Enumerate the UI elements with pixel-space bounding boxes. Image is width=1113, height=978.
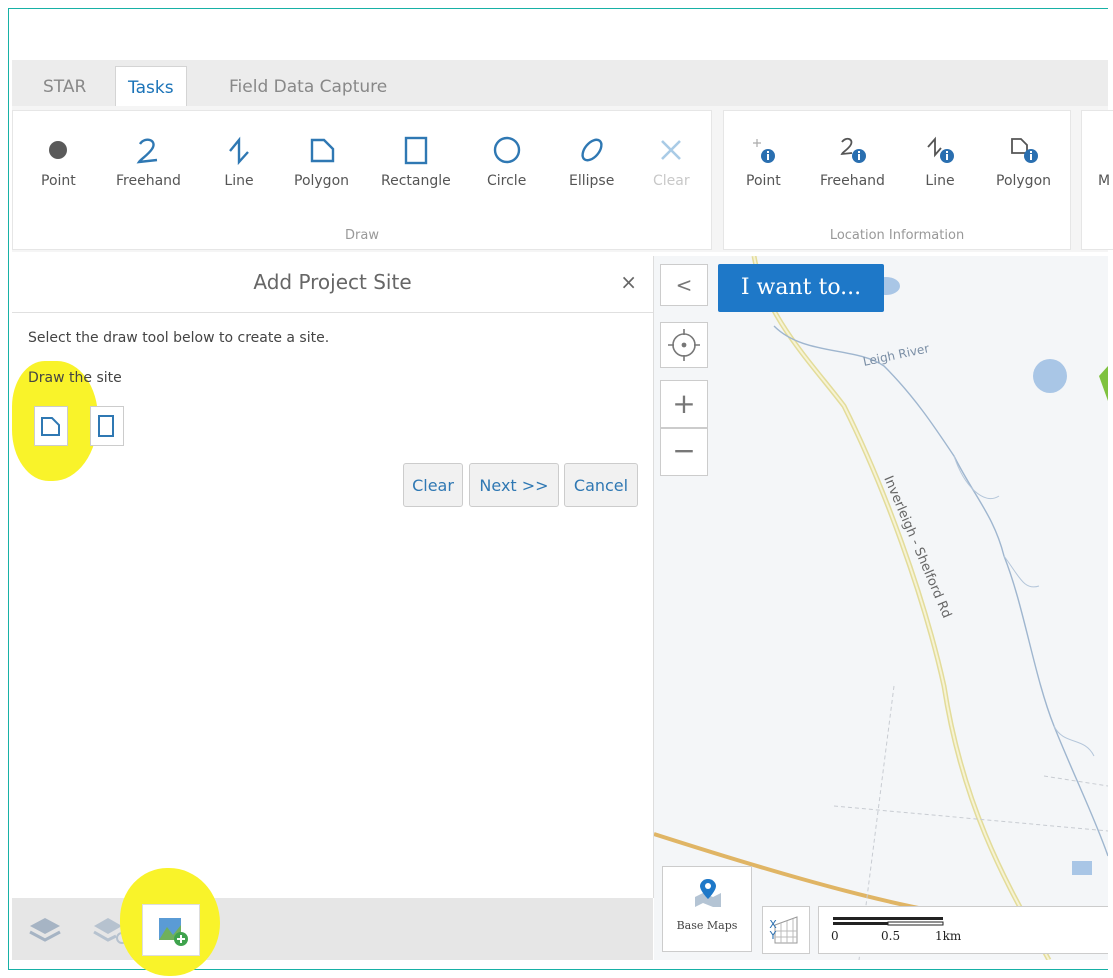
freehand-icon [137,138,158,164]
freehand-info-icon [840,137,867,163]
clear-icon [661,140,682,160]
close-icon[interactable]: × [620,270,637,294]
rectangle-icon [98,415,114,437]
site-rectangle-button[interactable] [90,406,124,446]
panel-bottom-toolbar [12,868,653,976]
panel-divider [12,312,653,313]
panel-title: Add Project Site [253,270,412,294]
ribbon: Point Freehand Line Polygon Rectangle Ci… [12,106,1113,252]
map-view[interactable]: Leigh River Inverleigh - Shelford Rd [654,256,1108,960]
draw-clear-button[interactable]: Clear [653,135,690,189]
scale-tick-05: 0.5 [881,929,901,943]
draw-rectangle-button[interactable]: Rectangle [381,135,451,189]
scale-bar: 0 0.5 1km [818,906,1108,954]
location-line-button[interactable]: Line [924,135,956,189]
polygon-icon [310,138,334,163]
clear-button[interactable]: Clear [403,463,463,507]
draw-line-button[interactable]: Line [224,135,254,189]
map-canvas: Leigh River Inverleigh - Shelford Rd [654,256,1108,960]
instruction-text: Select the draw tool below to create a s… [28,330,330,346]
location-info-group: Point Freehand Line Polygon Location Inf… [723,110,1071,250]
circle-icon [493,136,520,164]
road-label: Inverleigh - Shelford Rd [880,474,954,621]
point-icon [49,141,68,159]
scale-tick-0: 0 [831,929,839,943]
draw-point-button[interactable]: Point [41,135,76,189]
zoom-in-button[interactable]: + [660,380,708,428]
xy-coordinates-button[interactable]: XY [762,906,810,954]
location-point-button[interactable]: Point [746,135,781,189]
base-maps-icon [695,879,721,907]
polygon-icon [41,417,60,436]
draw-ellipse-button[interactable]: Ellipse [569,135,614,189]
ellipse-icon [581,138,603,162]
draw-circle-button[interactable]: Circle [487,135,526,189]
tab-star[interactable]: STAR [31,66,98,106]
draw-site-label: Draw the site [28,370,122,386]
tab-tasks[interactable]: Tasks [115,66,187,107]
scale-tick-1km: 1km [935,929,962,943]
scale-bar-graphic [833,917,944,926]
site-polygon-button[interactable] [34,406,68,446]
draw-polygon-button[interactable]: Polygon [294,135,349,189]
locate-button[interactable] [660,322,708,368]
line-icon [229,136,249,165]
location-freehand-button[interactable]: Freehand [820,135,885,189]
base-maps-label: Base Maps [676,919,738,932]
next-group-partial: M [1081,110,1113,250]
add-map-site-icon [159,918,188,946]
xy-label: XY [769,918,777,942]
cancel-button[interactable]: Cancel [564,463,638,507]
point-info-icon [753,139,776,163]
zoom-out-button[interactable]: − [660,428,708,476]
partial-button[interactable]: M [1098,173,1110,189]
i-want-to-button[interactable]: I want to... [718,264,884,312]
draw-group-title: Draw [345,228,379,243]
location-polygon-button[interactable]: Polygon [996,135,1051,189]
draw-group: Point Freehand Line Polygon Rectangle Ci… [12,110,712,250]
tab-field-data-capture[interactable]: Field Data Capture [217,66,399,106]
collapse-panel-button[interactable]: < [660,264,708,306]
add-project-site-panel: Add Project Site × Select the draw tool … [12,256,654,898]
location-info-title: Location Information [829,228,965,243]
rectangle-icon [404,136,428,165]
add-site-button[interactable] [142,904,200,956]
draw-freehand-button[interactable]: Freehand [116,135,181,189]
layers-icon[interactable] [26,914,64,946]
polygon-info-icon [1010,138,1038,163]
tab-bar: STAR Tasks Field Data Capture [12,60,1108,107]
base-maps-button[interactable]: Base Maps [662,866,752,952]
river-label: Leigh River [862,341,931,369]
next-button[interactable]: Next >> [469,463,559,507]
locate-icon [668,329,700,361]
line-info-icon [927,136,954,163]
